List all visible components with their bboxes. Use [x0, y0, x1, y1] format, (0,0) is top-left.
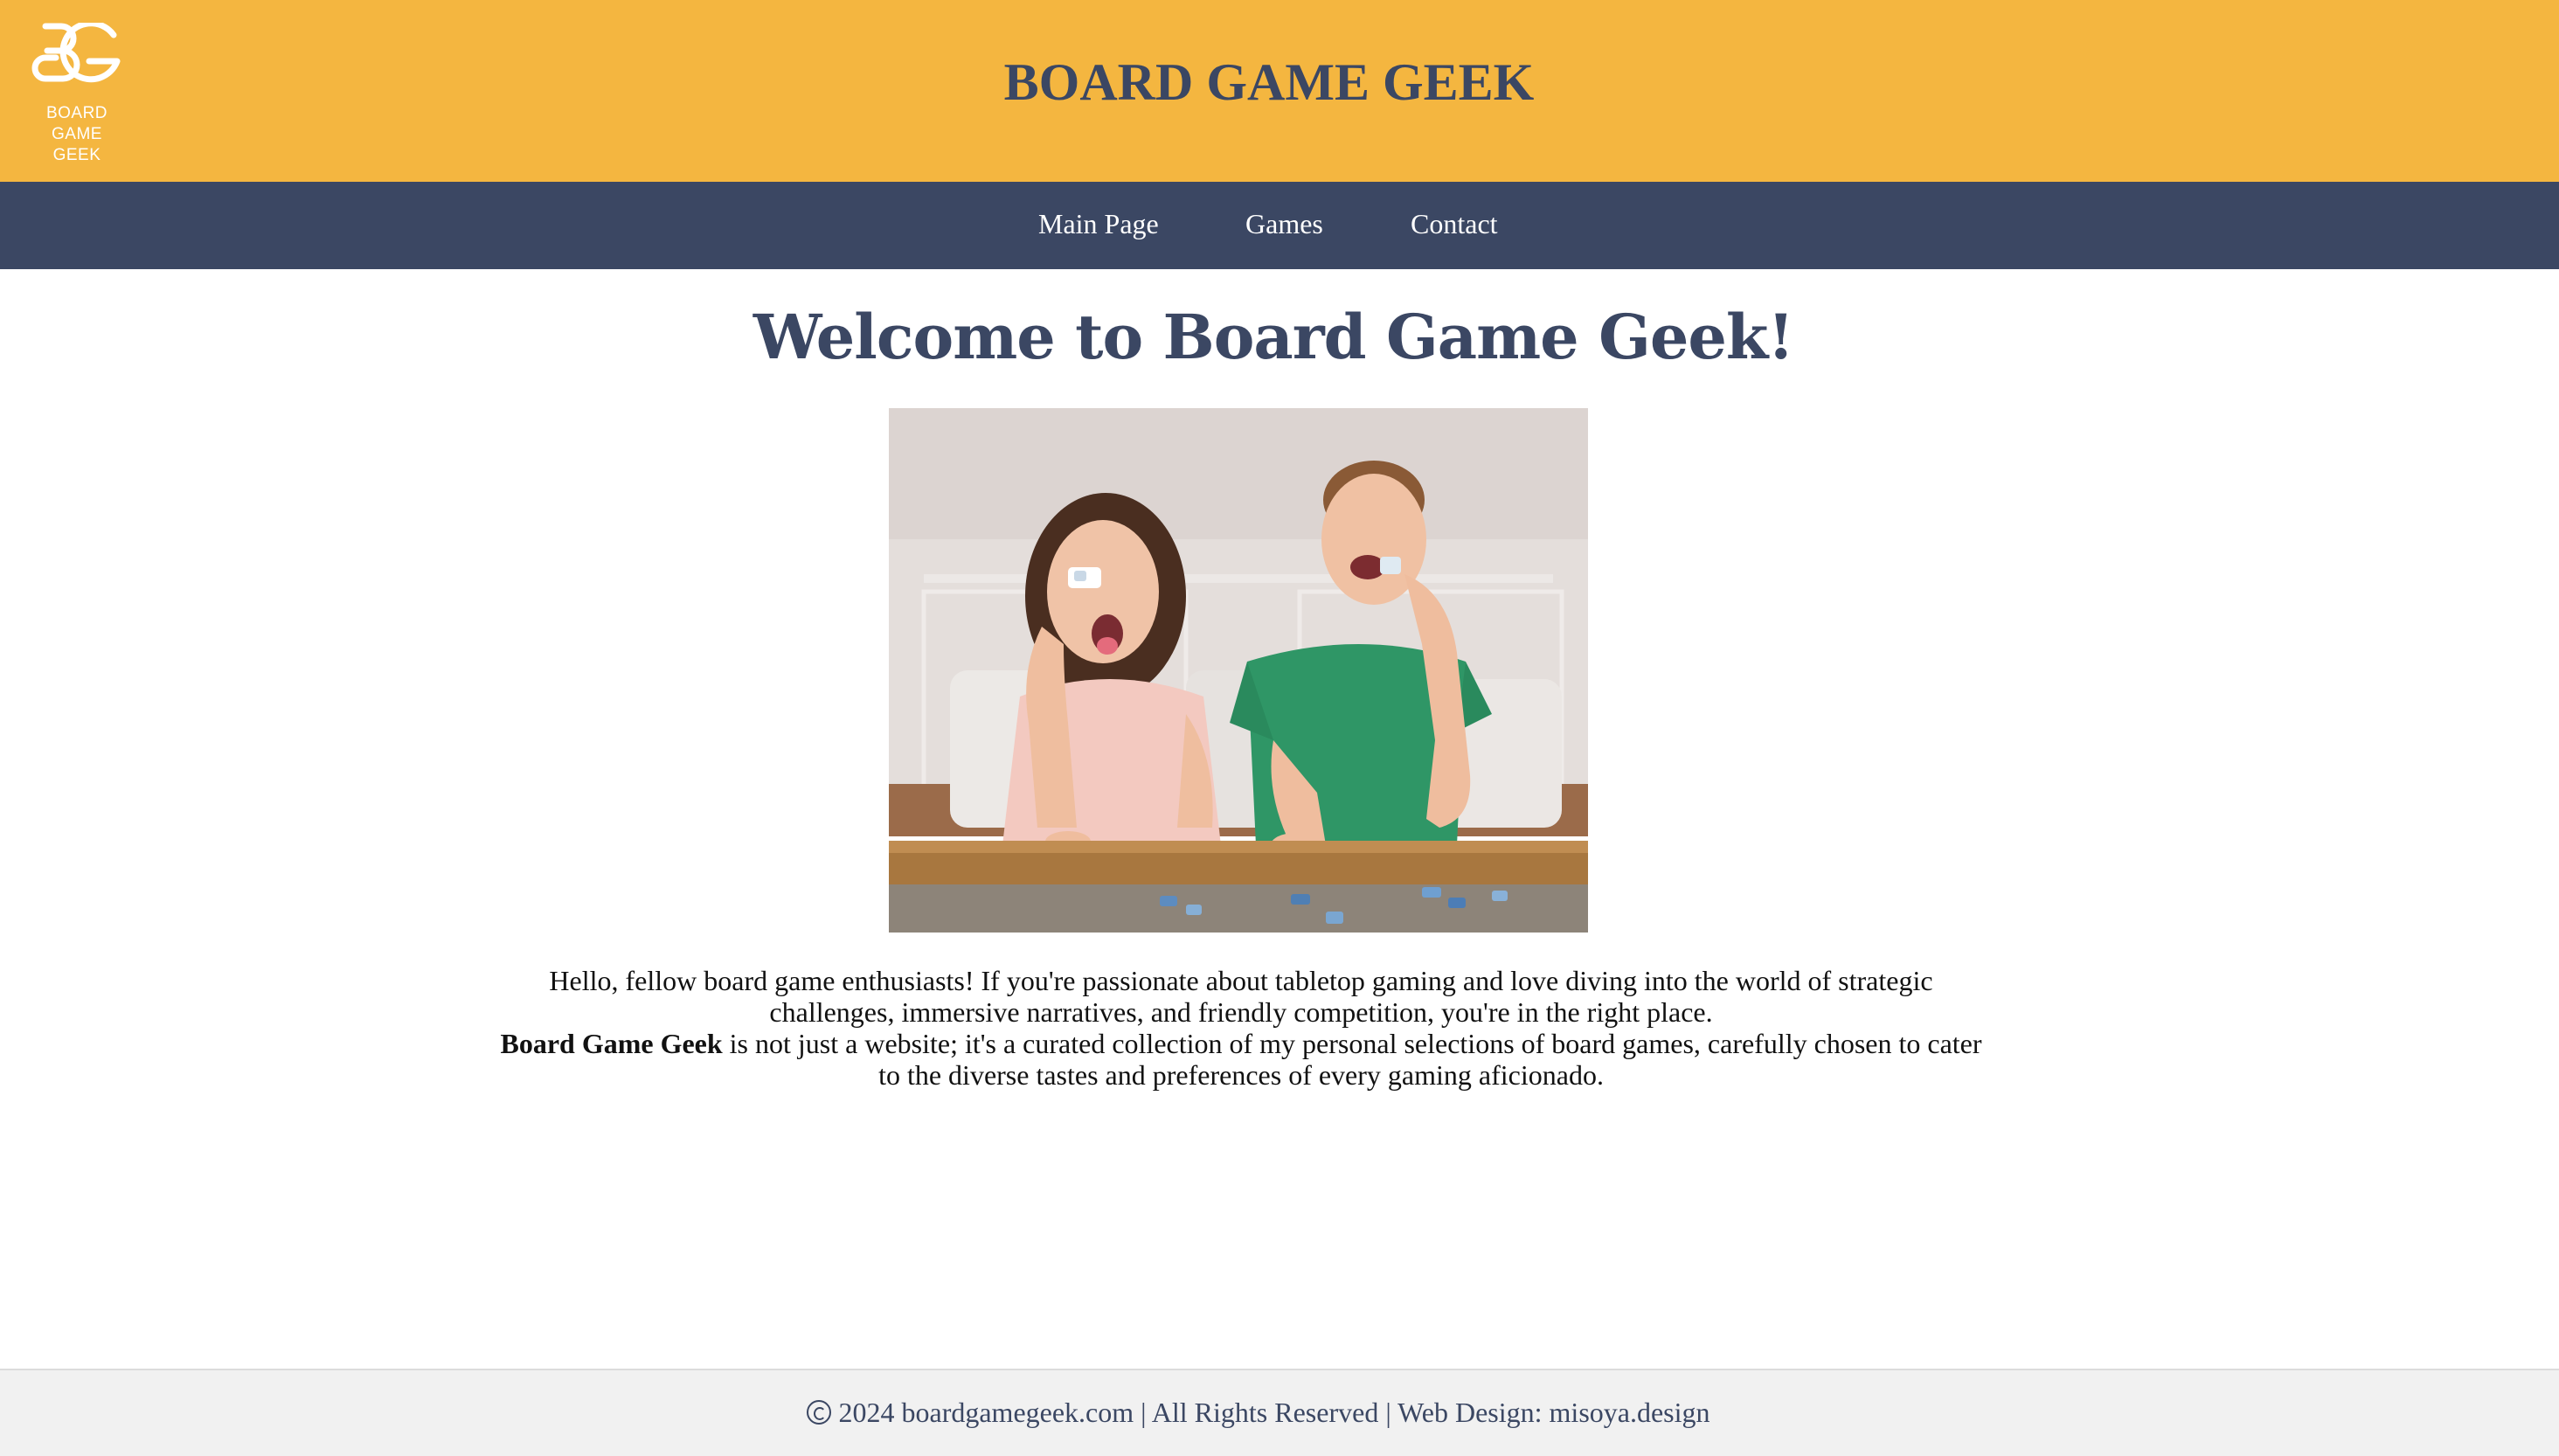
nav-item-contact[interactable]: Contact — [1411, 206, 1498, 241]
site-footer: 2024 boardgamegeek.com | All Rights Rese… — [0, 1369, 2559, 1456]
logo-line-game-geek: GAME GEEK — [52, 125, 102, 164]
hero-photo-illustration — [889, 408, 1588, 933]
intro-line-1: Hello, fellow board game enthusiasts! If… — [549, 965, 1933, 1028]
nav-item-games[interactable]: Games — [1245, 206, 1323, 241]
intro-text: Hello, fellow board game enthusiasts! If… — [489, 965, 1993, 1091]
page-heading: Welcome to Board Game Geek! — [752, 301, 1794, 373]
footer-text: 2024 boardgamegeek.com | All Rights Rese… — [0, 1395, 2517, 1430]
site-title: BOARD GAME GEEK — [1003, 53, 1535, 111]
site-header: BOARD GAME GEEK BOARD GAME GEEK — [0, 0, 2559, 182]
main-nav: Main Page Games Contact — [0, 182, 2559, 269]
intro-line-2: is not just a website; it's a curated co… — [729, 1028, 1982, 1091]
copyright-icon — [807, 1400, 832, 1425]
intro-brand: Board Game Geek — [500, 1028, 723, 1059]
hero-image — [889, 408, 1588, 933]
nav-item-main-page[interactable]: Main Page — [1038, 206, 1159, 241]
footer-copyright: 2024 boardgamegeek.com | All Rights Rese… — [838, 1397, 1710, 1428]
